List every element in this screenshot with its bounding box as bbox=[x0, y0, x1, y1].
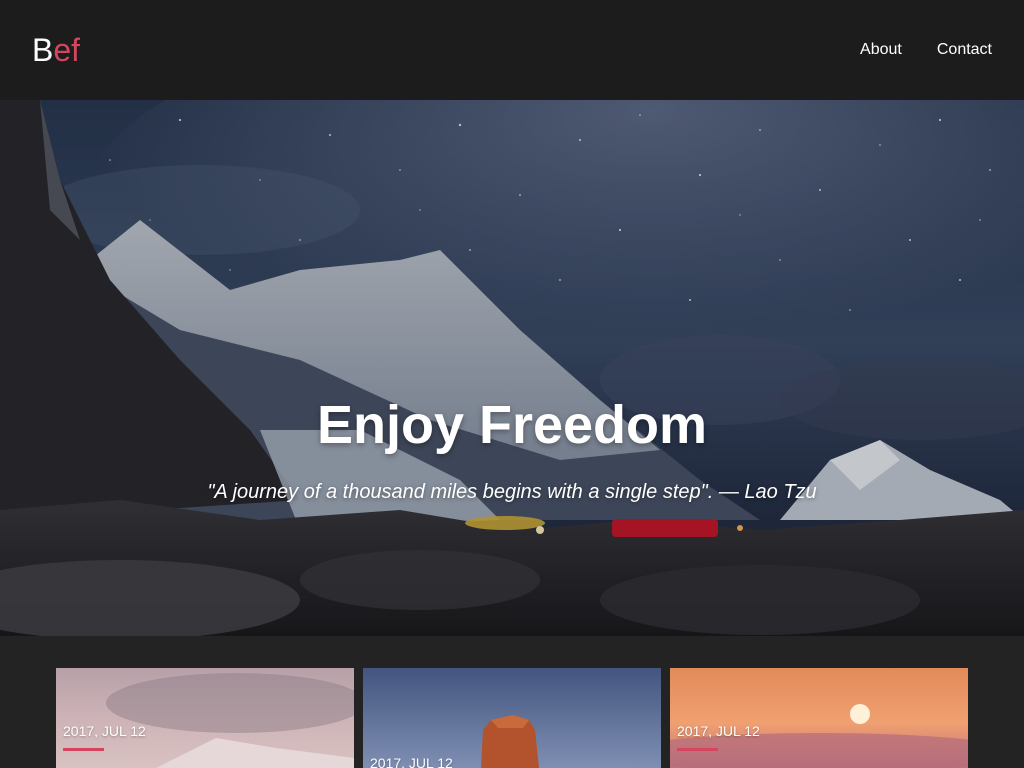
nav-about-link[interactable]: About bbox=[860, 39, 902, 61]
post-card-date: 2017, JUL 12 bbox=[370, 755, 453, 768]
site-logo[interactable]: Bef bbox=[32, 31, 80, 69]
nav-contact-link[interactable]: Contact bbox=[937, 39, 992, 61]
post-card-accent-bar bbox=[677, 748, 718, 751]
hero-quote: "A journey of a thousand miles begins wi… bbox=[207, 481, 817, 503]
post-card-image bbox=[363, 668, 661, 768]
post-card-date: 2017, JUL 12 bbox=[677, 723, 760, 739]
logo-initial: B bbox=[32, 32, 54, 68]
post-card-image bbox=[670, 668, 968, 768]
post-card-image bbox=[56, 668, 354, 768]
hero-title: Enjoy Freedom bbox=[316, 395, 708, 455]
hero-overlay bbox=[0, 100, 1024, 636]
main-nav: About Contact bbox=[860, 39, 992, 61]
logo-rest: ef bbox=[53, 32, 81, 68]
site-header: Bef About Contact bbox=[0, 0, 1024, 100]
post-cards: 2017, JUL 12 2017, JUL 12 2017, JUL 12 bbox=[56, 668, 968, 768]
post-card[interactable]: 2017, JUL 12 bbox=[670, 668, 968, 768]
hero-banner: Enjoy Freedom "A journey of a thousand m… bbox=[0, 100, 1024, 636]
post-card-accent-bar bbox=[63, 748, 104, 751]
post-card-date: 2017, JUL 12 bbox=[63, 723, 146, 739]
post-card[interactable]: 2017, JUL 12 bbox=[56, 668, 354, 768]
post-card[interactable]: 2017, JUL 12 bbox=[363, 668, 661, 768]
